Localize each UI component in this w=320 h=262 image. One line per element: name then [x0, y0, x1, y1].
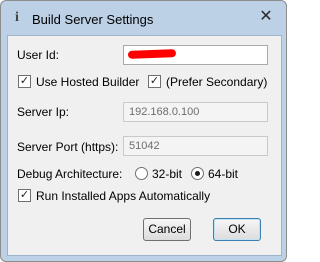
window-title: Build Server Settings [32, 12, 154, 27]
info-icon: i [15, 10, 19, 25]
arch-32bit-label: 32-bit [152, 167, 183, 181]
ok-button[interactable]: OK [213, 218, 261, 241]
redaction-mark [127, 49, 177, 59]
server-port-field[interactable]: 51042 [123, 136, 268, 156]
user-id-label: User Id: [17, 48, 60, 62]
server-ip-label: Server Ip: [17, 105, 70, 119]
server-ip-field[interactable]: 192.168.0.100 [123, 102, 268, 122]
server-port-label: Server Port (https): [17, 140, 119, 154]
prefer-secondary-checkbox[interactable]: ✓ [148, 75, 161, 88]
use-hosted-builder-checkbox[interactable]: ✓ [18, 75, 31, 88]
dialog-body: User Id: ✓ Use Hosted Builder ✓ (Prefer … [7, 35, 282, 256]
run-installed-apps-label: Run Installed Apps Automatically [36, 189, 211, 203]
prefer-secondary-label: (Prefer Secondary) [166, 75, 268, 89]
use-hosted-builder-label: Use Hosted Builder [36, 75, 140, 89]
cancel-button[interactable]: Cancel [143, 218, 191, 241]
title-bar[interactable]: i Build Server Settings ✕ [1, 1, 286, 35]
user-id-field[interactable] [123, 45, 268, 65]
dialog-window: i Build Server Settings ✕ User Id: ✓ Use… [0, 0, 287, 262]
arch-32bit-radio[interactable] [135, 167, 148, 180]
close-button[interactable]: ✕ [256, 8, 276, 26]
arch-64bit-label: 64-bit [208, 167, 239, 181]
run-installed-apps-checkbox[interactable]: ✓ [18, 189, 31, 202]
debug-architecture-label: Debug Architecture: [17, 167, 123, 181]
arch-64bit-radio[interactable] [191, 167, 204, 180]
radio-selected-dot [195, 171, 200, 176]
